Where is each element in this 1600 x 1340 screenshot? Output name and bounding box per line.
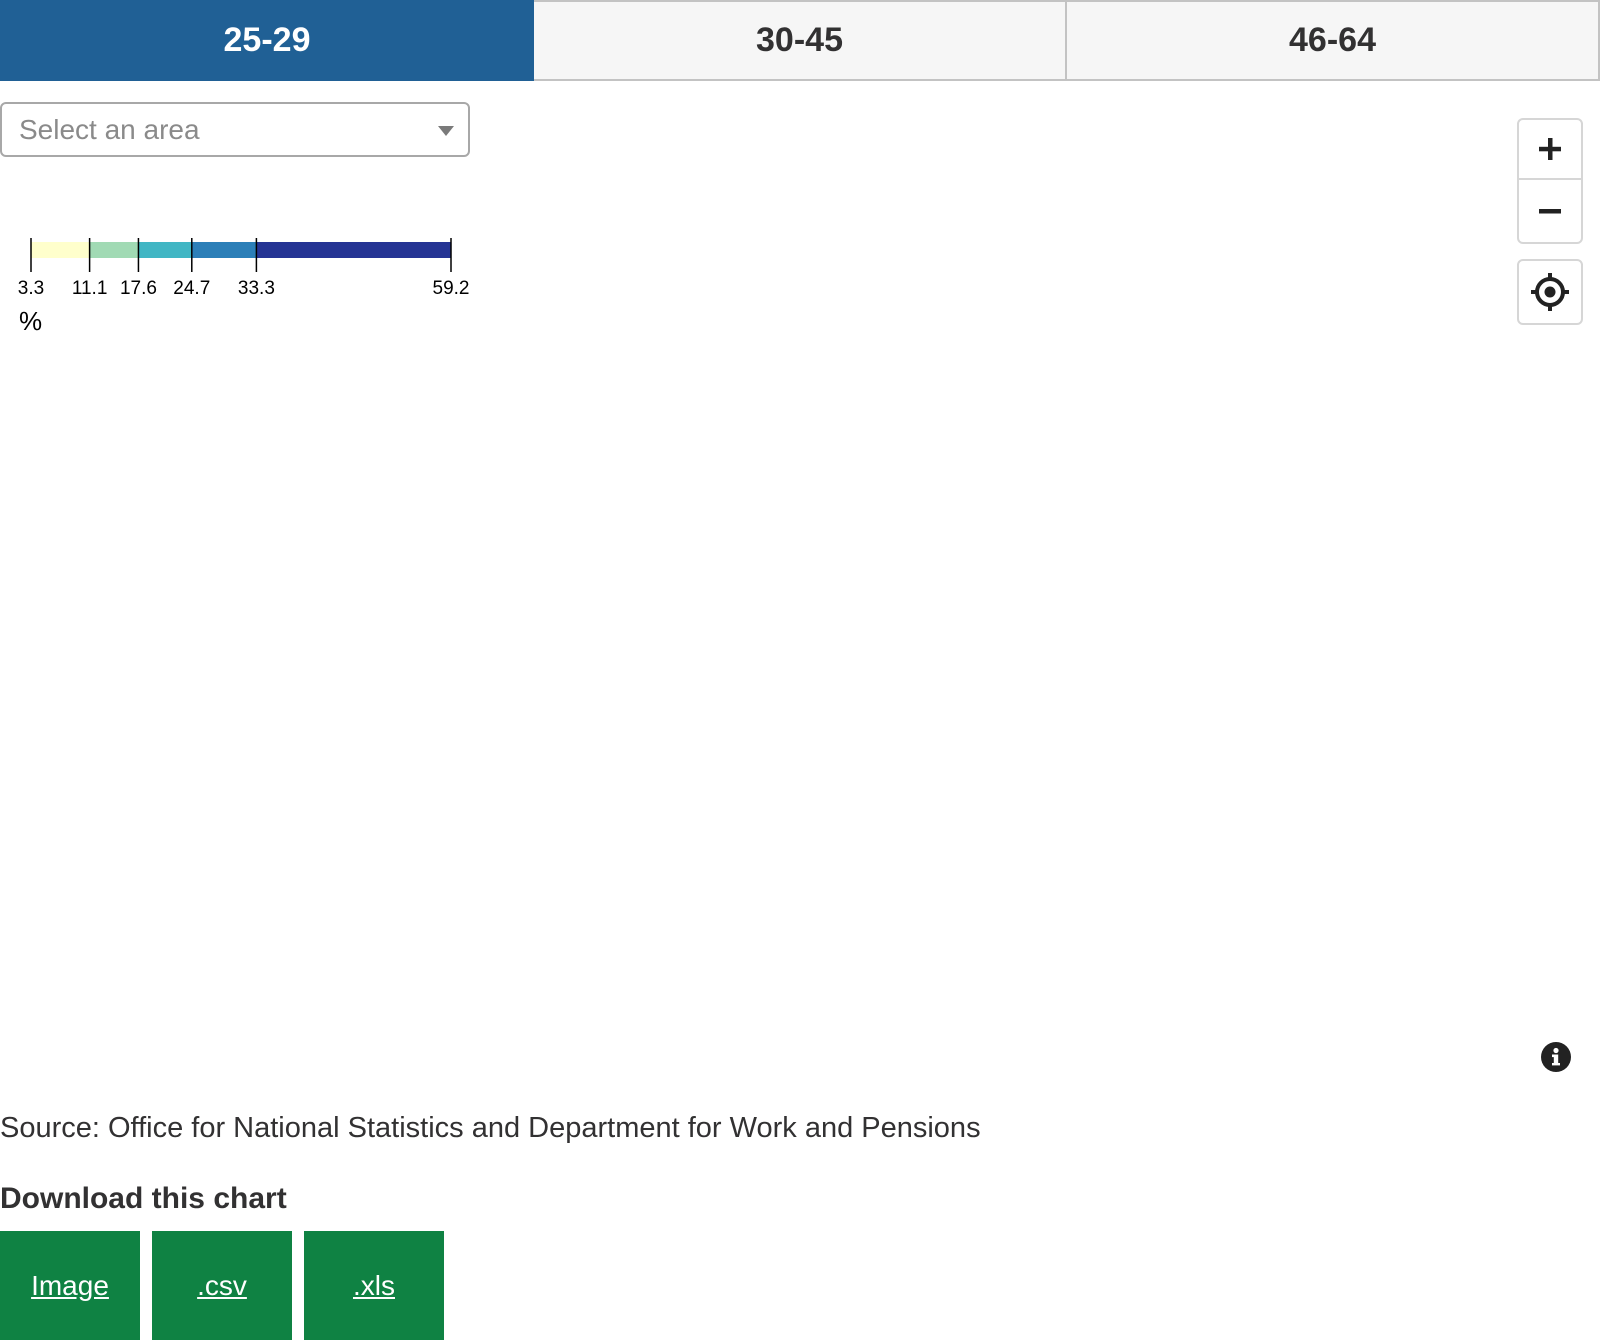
download-title: Download this chart [0,1182,287,1215]
zoom-in-button[interactable] [1519,120,1581,180]
minus-icon [1539,209,1561,214]
tab-30-45[interactable]: 30-45 [534,0,1067,81]
area-select[interactable]: Select an area [0,102,470,157]
download-image-button[interactable]: Image [0,1231,140,1340]
age-group-tabs: 25-29 30-45 46-64 [0,0,1600,81]
tab-46-64[interactable]: 46-64 [1067,0,1600,81]
legend-swatch [138,242,192,258]
zoom-out-button[interactable] [1519,181,1581,241]
legend-unit: % [19,306,43,336]
download-buttons: Image .csv .xls [0,1231,456,1340]
legend-swatch [89,242,139,258]
legend-tick-label: 24.7 [173,278,210,299]
info-icon[interactable] [1541,1042,1571,1072]
tab-25-29[interactable]: 25-29 [0,0,534,81]
legend-tick-label: 33.3 [238,278,275,299]
locate-button[interactable] [1517,259,1583,325]
area-select-placeholder: Select an area [19,113,200,145]
legend-swatch [191,242,257,258]
legend-tick-label: 59.2 [433,278,470,299]
map-page: 25-29 30-45 46-64 Select an area 3.3 11.1… [0,0,1600,1340]
legend-tick-label: 11.1 [72,278,108,299]
legend-tick-label: 17.6 [120,278,157,299]
legend-swatch [256,242,451,258]
download-xls-button[interactable]: .xls [304,1231,444,1340]
legend-swatch [31,242,90,258]
zoom-controls [1517,118,1583,244]
legend-scale: 3.3 11.1 17.6 24.7 33.3 59.2 [18,238,470,299]
crosshair-icon [1531,273,1569,311]
legend-tick-label: 3.3 [18,278,44,299]
chevron-down-icon [438,126,454,136]
source-text: Source: Office for National Statistics a… [0,1112,981,1144]
map-legend: 3.3 11.1 17.6 24.7 33.3 59.2 % [0,228,500,348]
plus-icon [1539,138,1561,160]
download-csv-button[interactable]: .csv [152,1231,292,1340]
